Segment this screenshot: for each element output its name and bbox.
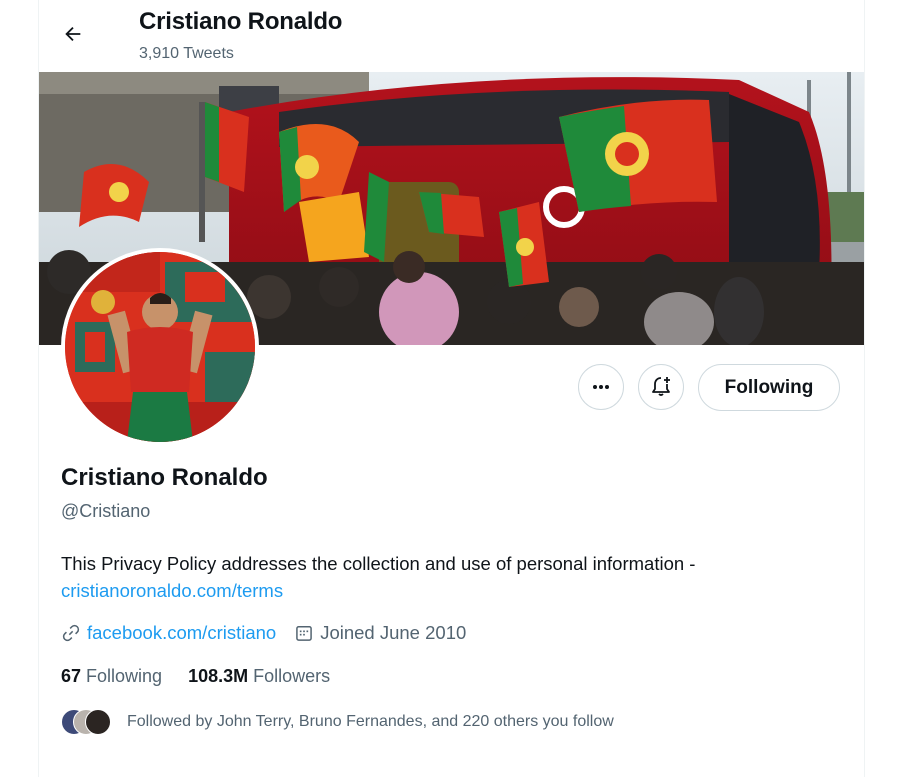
profile-name: Cristiano Ronaldo	[61, 464, 268, 491]
profile-bio: This Privacy Policy addresses the collec…	[61, 550, 841, 604]
notify-button[interactable]	[638, 364, 684, 410]
followed-by-avatars	[61, 709, 121, 735]
following-button[interactable]: Following	[698, 364, 840, 411]
following-label: Following	[86, 666, 163, 686]
arrow-left-icon	[65, 26, 81, 42]
profile-column: Cristiano Ronaldo 3,910 Tweets Following…	[38, 0, 865, 777]
followers-count-link[interactable]: 108.3M Followers	[188, 666, 330, 687]
header-profile-name: Cristiano Ronaldo	[139, 8, 343, 35]
header-tweet-count: 3,910 Tweets	[139, 45, 234, 62]
link-icon	[61, 623, 81, 643]
followers-label: Followers	[253, 666, 331, 686]
bell-plus-icon	[652, 377, 670, 396]
profile-stats: 67 Following 108.3M Followers	[61, 666, 356, 687]
following-count-link[interactable]: 67 Following	[61, 666, 162, 687]
avatar-image	[65, 252, 255, 442]
more-icon	[593, 385, 609, 389]
profile-handle: @Cristiano	[61, 501, 151, 521]
top-bar: Cristiano Ronaldo 3,910 Tweets	[39, 0, 864, 72]
calendar-icon	[294, 623, 314, 643]
more-button[interactable]	[578, 364, 624, 410]
followed-by-text: Followed by John Terry, Bruno Fernandes,…	[127, 713, 614, 730]
avatar	[85, 709, 111, 735]
website-link[interactable]: facebook.com/cristiano	[87, 622, 276, 644]
following-count: 67	[61, 666, 82, 686]
followers-count: 108.3M	[188, 666, 249, 686]
profile-meta: facebook.com/cristiano Joined June 2010	[61, 620, 484, 646]
bio-text: This Privacy Policy addresses the collec…	[61, 553, 696, 574]
followed-by[interactable]: Followed by John Terry, Bruno Fernandes,…	[61, 707, 614, 737]
back-button[interactable]	[53, 14, 93, 54]
joined-date: Joined June 2010	[320, 622, 467, 643]
bio-link[interactable]: cristianoronaldo.com/terms	[61, 580, 283, 601]
profile-avatar[interactable]	[61, 248, 259, 446]
